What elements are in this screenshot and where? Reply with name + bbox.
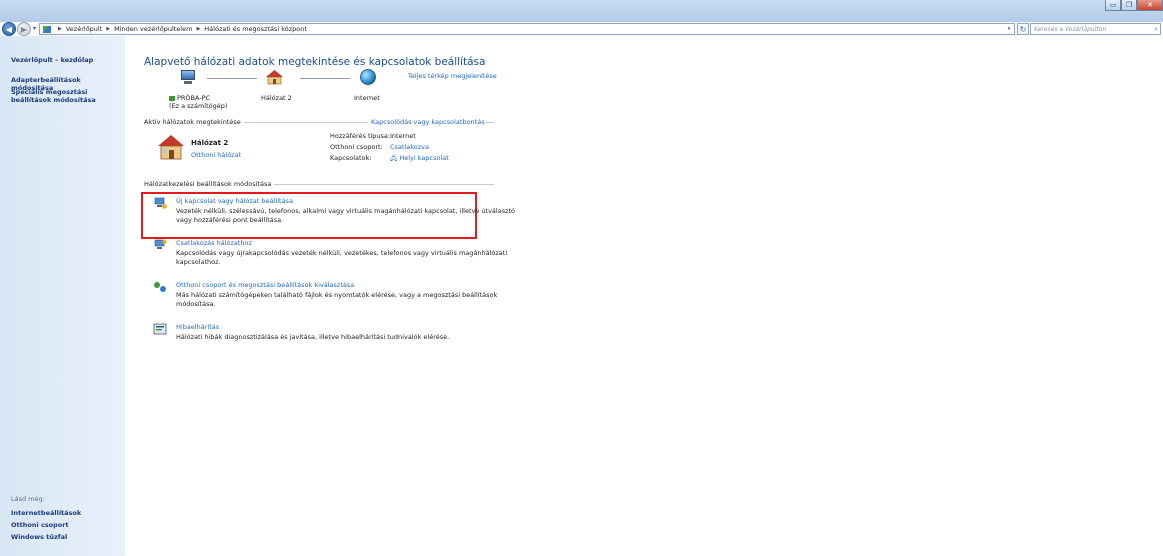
local-connection-text: Helyi kapcsolat <box>399 154 449 162</box>
access-type-value: Internet <box>390 132 416 140</box>
connector-line <box>207 78 257 79</box>
sidebar-link-homegroup[interactable]: Otthoni csoport <box>11 521 69 529</box>
breadcrumb-control-panel[interactable]: Vezérlőpult <box>66 25 102 33</box>
breadcrumb-network-center[interactable]: Hálózati és megosztási központ <box>204 25 307 33</box>
network-status-icon <box>169 95 175 101</box>
connections-label: Kapcsolatok: <box>330 154 372 162</box>
search-placeholder: Keresés a Vezérlőpulton <box>1034 25 1107 33</box>
internet-label: Internet <box>354 94 380 102</box>
active-networks-heading: Aktív hálózatok megtekintése <box>144 118 244 126</box>
address-dropdown-icon[interactable]: ▾ <box>1004 24 1014 34</box>
back-button[interactable]: ◀ <box>2 22 16 36</box>
connect-network-icon <box>154 239 167 249</box>
breadcrumb-separator-icon[interactable]: ▶ <box>58 26 62 32</box>
task-new-connection: Új kapcsolat vagy hálózat beállítása Vez… <box>153 197 515 231</box>
ethernet-icon: 🖧 <box>390 154 400 162</box>
new-connection-icon <box>154 197 167 209</box>
access-type-label: Hozzáférés típusa: <box>330 132 391 140</box>
sidebar-link-advanced-sharing[interactable]: Speciális megosztási beállítások módosít… <box>11 88 96 104</box>
sidebar-link-home[interactable]: Vezérlőpult – kezdőlap <box>11 56 93 64</box>
pc-sub-label: (Ez a számítógép) <box>169 102 228 110</box>
homegroup-sharing-desc: Más hálózati számítógépeken található fá… <box>176 291 498 308</box>
task-troubleshoot: Hibaelhárítás Hálózati hibák diagnosztiz… <box>153 323 503 347</box>
new-connection-link[interactable]: Új kapcsolat vagy hálózat beállítása <box>176 197 293 205</box>
network-label: Hálózat 2 <box>261 94 292 102</box>
sidebar-link-advanced-line1: Speciális megosztási <box>11 88 88 96</box>
title-bar: ▭ ❐ ✕ <box>0 0 1163 22</box>
connect-network-link[interactable]: Csatlakozás hálózathoz <box>176 239 252 247</box>
troubleshoot-link[interactable]: Hibaelhárítás <box>176 323 219 331</box>
troubleshoot-desc: Hálózati hibák diagnosztizálása és javít… <box>176 333 450 341</box>
address-bar[interactable]: ▶ Vezérlőpult ▶ Minden vezérlőpultelem ▶… <box>39 23 1015 35</box>
pc-name-label[interactable]: PRÓBA-PC <box>169 94 210 102</box>
connect-disconnect-link[interactable]: Kapcsolódás vagy kapcsolatbontás <box>368 118 485 126</box>
homegroup-link[interactable]: Csatlakozva <box>390 143 429 151</box>
main-content: Alapvető hálózati adatok megtekintése és… <box>125 36 1163 556</box>
troubleshoot-icon <box>153 323 167 335</box>
breadcrumb-separator-icon[interactable]: ▶ <box>196 26 200 32</box>
active-network-name: Hálózat 2 <box>191 139 229 147</box>
local-connection-link[interactable]: 🖧 Helyi kapcsolat <box>390 154 449 165</box>
homegroup-icon <box>154 282 166 292</box>
refresh-icon: ↻ <box>1019 24 1027 34</box>
computer-icon[interactable] <box>179 70 197 84</box>
home-network-icon[interactable] <box>265 69 284 85</box>
homegroup-label: Otthoni csoport: <box>330 143 383 151</box>
network-type-link[interactable]: Otthoni hálózat <box>191 151 241 159</box>
connector-line <box>300 78 350 79</box>
window-controls: ▭ ❐ ✕ <box>1105 0 1163 11</box>
sidebar-link-advanced-line2: beállítások módosítása <box>11 96 96 104</box>
page-title: Alapvető hálózati adatok megtekintése és… <box>144 56 486 68</box>
breadcrumb-separator-icon[interactable]: ▶ <box>106 26 110 32</box>
control-panel-icon <box>43 25 51 33</box>
maximize-button[interactable]: ❐ <box>1121 0 1137 11</box>
see-also-heading: Lásd még: <box>11 495 45 503</box>
refresh-button[interactable]: ↻ <box>1017 23 1029 35</box>
search-icon[interactable]: ⌕ <box>1154 25 1160 34</box>
back-arrow-icon: ◀ <box>5 24 13 34</box>
homegroup-sharing-link[interactable]: Otthoni csoport és megosztási beállításo… <box>176 281 354 289</box>
network-settings-heading: Hálózatkezelési beállítások módosítása <box>144 180 275 188</box>
internet-globe-icon[interactable] <box>360 69 376 85</box>
search-input[interactable]: Keresés a Vezérlőpulton ⌕ <box>1030 23 1161 35</box>
sidebar-link-firewall[interactable]: Windows tűzfal <box>11 533 67 541</box>
forward-button[interactable]: ▶ <box>17 22 31 36</box>
full-map-link[interactable]: Teljes térkép megjelenítése <box>408 72 497 80</box>
forward-arrow-icon: ▶ <box>20 24 28 34</box>
task-connect-network: Csatlakozás hálózathoz Kapcsolódás vagy … <box>153 239 507 273</box>
new-connection-desc: Vezeték nélküli, szélessávú, telefonos, … <box>176 207 516 224</box>
breadcrumb-all-items[interactable]: Minden vezérlőpultelem <box>114 25 192 33</box>
sidebar: Vezérlőpult – kezdőlap Adapterbeállításo… <box>0 36 125 556</box>
address-row: ◀ ▶ ▾ ▶ Vezérlőpult ▶ Minden vezérlőpult… <box>0 22 1163 36</box>
close-button[interactable]: ✕ <box>1137 0 1163 11</box>
history-dropdown-icon[interactable]: ▾ <box>33 25 36 32</box>
sidebar-link-internet-options[interactable]: Internetbeállítások <box>11 509 81 517</box>
connect-network-desc: Kapcsolódás vagy újrakapcsolódás vezeték… <box>176 249 508 266</box>
home-network-large-icon <box>158 135 184 160</box>
minimize-button[interactable]: ▭ <box>1105 0 1121 11</box>
task-homegroup-sharing: Otthoni csoport és megosztási beállításo… <box>153 281 503 315</box>
pc-name: PRÓBA-PC <box>177 94 211 102</box>
